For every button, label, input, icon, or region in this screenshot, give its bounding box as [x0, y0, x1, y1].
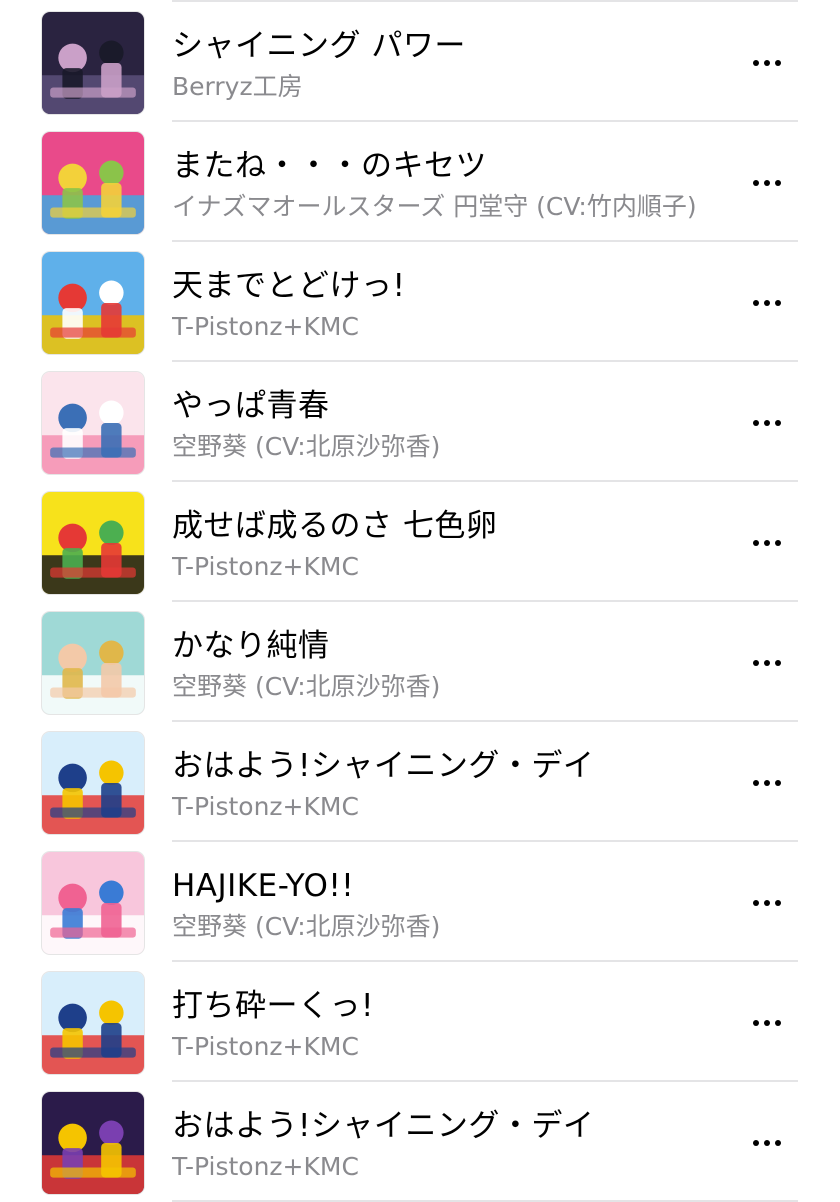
more-horizontal-icon	[753, 780, 781, 786]
artwork-image	[42, 132, 144, 234]
album-artwork	[42, 852, 144, 954]
more-horizontal-icon	[753, 1140, 781, 1146]
track-title: シャイニング パワー	[172, 28, 466, 64]
more-options-button[interactable]	[740, 46, 794, 80]
album-artwork	[42, 132, 144, 234]
album-artwork	[42, 12, 144, 114]
album-artwork	[42, 372, 144, 474]
track-row-10[interactable]: おはよう!シャイニング・デイ T-Pistonz+KMC	[0, 1082, 840, 1202]
more-options-button[interactable]	[740, 886, 794, 920]
track-title: またね・・・のキセツ	[172, 148, 487, 184]
more-options-button[interactable]	[740, 406, 794, 440]
track-artist: T-Pistonz+KMC	[172, 1032, 359, 1061]
more-options-button[interactable]	[740, 766, 794, 800]
track-artist: イナズマオールスターズ 円堂守 (CV:竹内順子)	[172, 192, 697, 221]
artwork-image	[42, 372, 144, 474]
more-options-button[interactable]	[740, 1126, 794, 1160]
artwork-image	[42, 1092, 144, 1194]
track-title: HAJIKE-YO!!	[172, 868, 355, 904]
more-horizontal-icon	[753, 300, 781, 306]
track-title: おはよう!シャイニング・デイ	[172, 748, 595, 784]
album-artwork	[42, 612, 144, 714]
track-title: 打ち砕ーくっ!	[172, 988, 374, 1024]
track-title: かなり純情	[172, 628, 330, 664]
more-options-button[interactable]	[740, 166, 794, 200]
track-row-2[interactable]: またね・・・のキセツ イナズマオールスターズ 円堂守 (CV:竹内順子)	[0, 122, 840, 242]
more-options-button[interactable]	[740, 1006, 794, 1040]
more-horizontal-icon	[753, 660, 781, 666]
track-list: シャイニング パワー Berryz工房 またね・・・のキセツ イナズマオールスタ…	[0, 0, 840, 1202]
track-title: おはよう!シャイニング・デイ	[172, 1108, 595, 1144]
track-row-9[interactable]: 打ち砕ーくっ! T-Pistonz+KMC	[0, 962, 840, 1082]
track-artist: 空野葵 (CV:北原沙弥香)	[172, 912, 441, 941]
track-row-8[interactable]: HAJIKE-YO!! 空野葵 (CV:北原沙弥香)	[0, 842, 840, 962]
artwork-image	[42, 492, 144, 594]
artwork-image	[42, 612, 144, 714]
track-artist: T-Pistonz+KMC	[172, 312, 359, 341]
more-options-button[interactable]	[740, 286, 794, 320]
artwork-image	[42, 852, 144, 954]
track-artist: T-Pistonz+KMC	[172, 552, 359, 581]
track-row-3[interactable]: 天までとどけっ! T-Pistonz+KMC	[0, 242, 840, 362]
artwork-image	[42, 732, 144, 834]
track-artist: T-Pistonz+KMC	[172, 1152, 359, 1181]
more-horizontal-icon	[753, 180, 781, 186]
artwork-image	[42, 252, 144, 354]
more-horizontal-icon	[753, 1020, 781, 1026]
track-row-6[interactable]: かなり純情 空野葵 (CV:北原沙弥香)	[0, 602, 840, 722]
album-artwork	[42, 252, 144, 354]
track-artist: T-Pistonz+KMC	[172, 792, 359, 821]
track-artist: 空野葵 (CV:北原沙弥香)	[172, 432, 441, 461]
track-artist: Berryz工房	[172, 72, 303, 101]
track-row-7[interactable]: おはよう!シャイニング・デイ T-Pistonz+KMC	[0, 722, 840, 842]
track-row-5[interactable]: 成せば成るのさ 七色卵 T-Pistonz+KMC	[0, 482, 840, 602]
track-title: 天までとどけっ!	[172, 268, 406, 304]
track-row-1[interactable]: シャイニング パワー Berryz工房	[0, 2, 840, 122]
album-artwork	[42, 1092, 144, 1194]
more-horizontal-icon	[753, 420, 781, 426]
track-title: やっぱ青春	[172, 388, 330, 424]
album-artwork	[42, 732, 144, 834]
album-artwork	[42, 492, 144, 594]
more-horizontal-icon	[753, 60, 781, 66]
more-options-button[interactable]	[740, 526, 794, 560]
more-horizontal-icon	[753, 540, 781, 546]
track-title: 成せば成るのさ 七色卵	[172, 508, 498, 544]
more-horizontal-icon	[753, 900, 781, 906]
track-row-4[interactable]: やっぱ青春 空野葵 (CV:北原沙弥香)	[0, 362, 840, 482]
track-artist: 空野葵 (CV:北原沙弥香)	[172, 672, 441, 701]
artwork-image	[42, 12, 144, 114]
artwork-image	[42, 972, 144, 1074]
more-options-button[interactable]	[740, 646, 794, 680]
album-artwork	[42, 972, 144, 1074]
